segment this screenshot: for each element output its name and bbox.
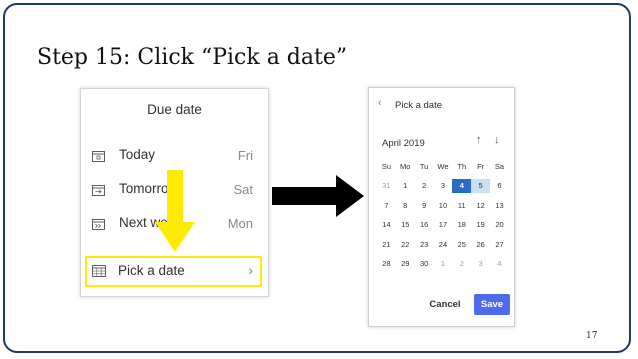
calendar-day[interactable]: 1 [434, 257, 453, 271]
calendar-week-row: 14 15 16 17 18 19 20 [377, 216, 509, 236]
calendar-day[interactable]: 3 [434, 179, 453, 193]
calendar-day[interactable]: 27 [490, 238, 509, 252]
calendar-header: Pick a date [395, 100, 442, 111]
calendar-day[interactable]: 9 [415, 199, 434, 213]
calendar-day[interactable]: 8 [396, 199, 415, 213]
option-tomorrow-day: Sat [233, 182, 253, 197]
option-next-week-day: Mon [227, 216, 253, 231]
weekday-label: Tu [419, 161, 429, 171]
weekday-label: We [437, 161, 449, 171]
calendar-day[interactable]: 11 [452, 199, 471, 213]
save-button[interactable]: Save [474, 294, 510, 315]
calendar-day[interactable]: 23 [415, 238, 434, 252]
calendar-day[interactable]: 24 [434, 238, 453, 252]
calendar-day[interactable]: 17 [434, 218, 453, 232]
calendar-arrow-icon [92, 185, 105, 196]
calendar-day[interactable]: 31 [377, 179, 396, 193]
calendar-day[interactable]: 26 [471, 238, 490, 252]
calendar-day[interactable]: 3 [471, 257, 490, 271]
weekday-label: Fr [477, 161, 485, 171]
calendar-week-row: 31 1 2 3 4 5 6 [377, 177, 509, 197]
calendar-week-row: 28 29 30 1 2 3 4 [377, 255, 509, 275]
next-month-icon[interactable]: ↓ [494, 134, 500, 146]
calendar-day[interactable]: 20 [490, 218, 509, 232]
calendar-next-week-icon [92, 219, 105, 230]
calendar-day[interactable]: 4 [490, 257, 509, 271]
calendar-week-row: 21 22 23 24 25 26 27 [377, 235, 509, 255]
calendar-icon [92, 265, 106, 277]
calendar-day[interactable]: 10 [434, 199, 453, 213]
calendar-day[interactable]: 25 [452, 238, 471, 252]
chevron-right-icon: › [248, 262, 253, 278]
calendar-day[interactable]: 21 [377, 238, 396, 252]
calendar-day-icon [92, 151, 105, 162]
pick-a-date-option[interactable]: Pick a date › [85, 256, 262, 287]
calendar-day[interactable]: 1 [396, 179, 415, 193]
calendar-day[interactable]: 14 [377, 218, 396, 232]
calendar-day[interactable]: 18 [452, 218, 471, 232]
option-today-label: Today [119, 147, 156, 162]
calendar-day[interactable]: 12 [471, 199, 490, 213]
calendar-day-selected[interactable]: 4 [452, 179, 472, 194]
calendar-day[interactable]: 13 [490, 199, 509, 213]
calendar-day[interactable]: 15 [396, 218, 415, 232]
calendar-day[interactable]: 2 [415, 179, 434, 193]
calendar-day[interactable]: 7 [377, 199, 396, 213]
calendar-panel: ‹ Pick a date April 2019 ↑ ↓ Su Mo Tu We… [368, 87, 515, 327]
due-date-header: Due date [147, 102, 202, 117]
calendar-week-row: 7 8 9 10 11 12 13 [377, 196, 509, 216]
cancel-button[interactable]: Cancel [423, 295, 467, 315]
calendar-day-today[interactable]: 5 [471, 179, 491, 194]
calendar-month: April 2019 [382, 138, 425, 149]
calendar-grid: Su Mo Tu We Th Fr Sa 31 1 2 3 4 5 6 7 8 … [377, 157, 509, 274]
yellow-down-arrow-icon [155, 170, 195, 252]
calendar-day[interactable]: 16 [415, 218, 434, 232]
back-icon[interactable]: ‹ [378, 97, 382, 109]
weekday-header-row: Su Mo Tu We Th Fr Sa [377, 157, 509, 177]
weekday-label: Th [457, 161, 467, 171]
page-number: 17 [586, 331, 598, 341]
option-today-day: Fri [237, 148, 253, 163]
weekday-label: Mo [400, 161, 411, 171]
weekday-label: Sa [494, 161, 505, 171]
calendar-day[interactable]: 6 [490, 179, 509, 193]
slide-title: Step 15: Click “Pick a date” [37, 45, 348, 70]
previous-month-icon[interactable]: ↑ [476, 134, 482, 146]
weekday-label: Su [381, 161, 392, 171]
pick-a-date-label: Pick a date [118, 263, 185, 278]
option-today[interactable]: Today Fri [81, 143, 268, 171]
calendar-day[interactable]: 22 [396, 238, 415, 252]
calendar-day[interactable]: 29 [396, 257, 415, 271]
black-right-arrow-icon [272, 175, 364, 217]
calendar-day[interactable]: 2 [452, 257, 471, 271]
calendar-day[interactable]: 30 [415, 257, 434, 271]
calendar-day[interactable]: 28 [377, 257, 396, 271]
calendar-day[interactable]: 19 [471, 218, 490, 232]
